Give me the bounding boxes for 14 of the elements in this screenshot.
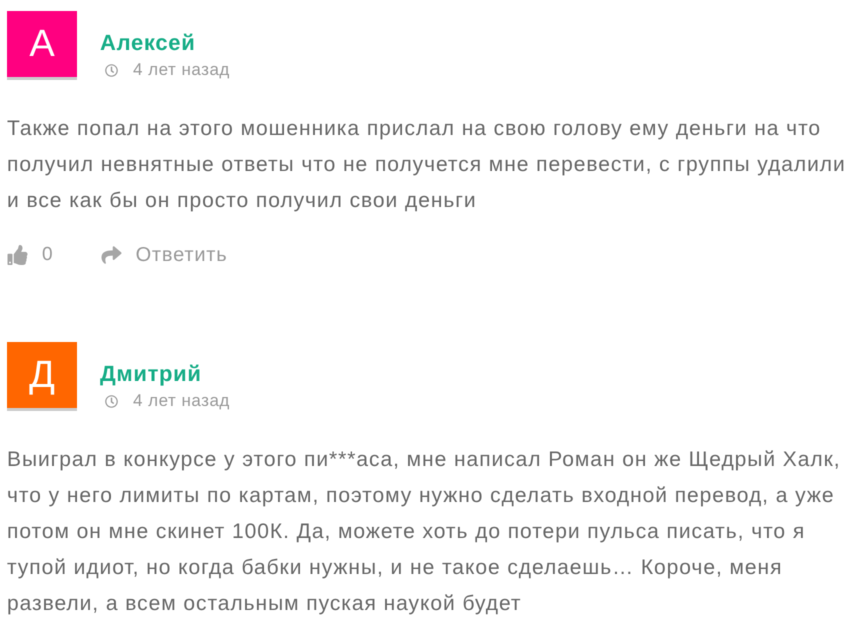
reply-button[interactable]: Ответить — [98, 244, 228, 266]
thumbs-up-icon[interactable] — [7, 245, 28, 265]
like-count: 0 — [42, 244, 53, 266]
author-name: Алексей — [100, 30, 196, 56]
author-name: Дмитрий — [100, 361, 203, 387]
comment-text: Выиграл в конкурсе у этого пи***аса, мне написал Роман он же Щедрый Халк, что у него лимиты по картам, поэтому нужно сделать входной перевод, а уже потом он мне скинет 100К. Да, можете хоть до потери пульса писать, что я тупой идиот, но когда бабки нужны, и не такое сделаешь… Короче, меня развели, а всем остальным пуская наукой будет — [7, 447, 842, 617]
comment-time: 4 лет назад — [133, 391, 230, 411]
clock-icon — [105, 64, 118, 76]
avatar: А — [7, 11, 77, 80]
comment-time: 4 лет назад — [133, 60, 230, 80]
reply-arrow-icon — [98, 245, 124, 265]
avatar: Д — [7, 342, 77, 411]
clock-icon — [105, 394, 118, 408]
comment-text: Также попал на этого мошенника прислал на свою голову ему деньги на что получил невнятные ответы что не получется мне перевести, с группы удалили и все как бы он просто получил свои деньги — [7, 116, 847, 214]
